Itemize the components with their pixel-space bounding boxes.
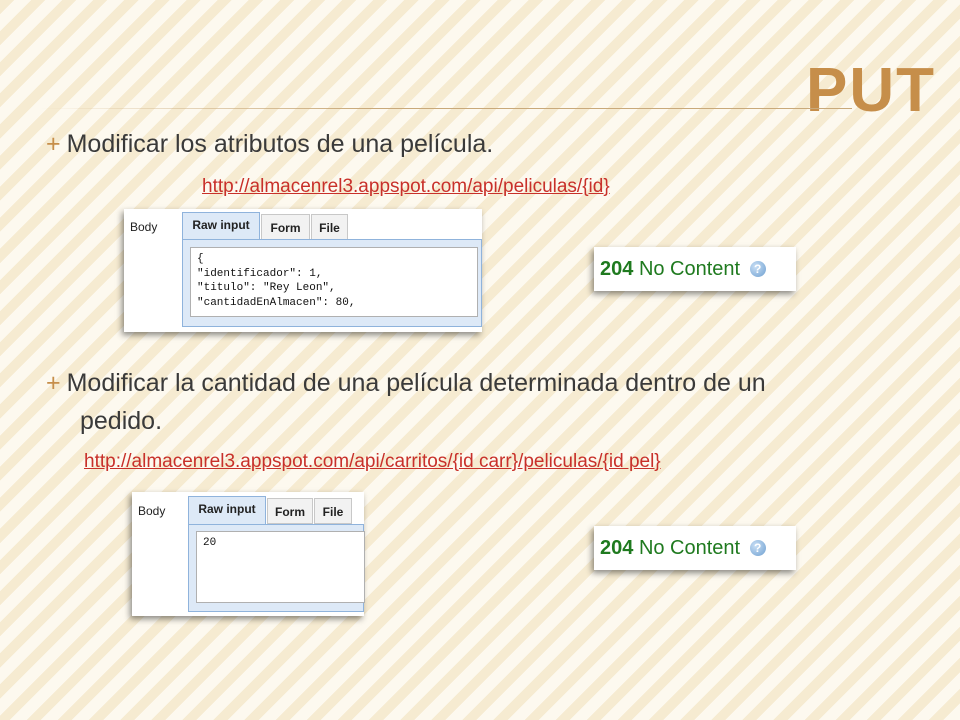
status-text: No Content: [638, 258, 741, 280]
request-body-panel-1: Body Raw input Form File { "identificado…: [124, 209, 482, 332]
status-code: 204: [600, 258, 634, 280]
bullet-2-continuation: pedido.: [80, 407, 163, 435]
status-response-2: 204 No Content ?: [594, 526, 796, 570]
editor-frame: 20: [188, 524, 365, 612]
tab-raw-input[interactable]: Raw input: [188, 496, 266, 526]
tab-raw-input[interactable]: Raw input: [182, 212, 260, 242]
slide-title: PUT: [806, 56, 936, 125]
bullet-marker: +: [46, 130, 61, 158]
link-carritos-peliculas[interactable]: http://almacenrel3.appspot.com/api/carri…: [84, 451, 661, 473]
editor-frame: { "identificador": 1, "titulo": "Rey Leo…: [182, 239, 482, 327]
bullet-2: + Modificar la cantidad de una película d…: [46, 364, 946, 440]
raw-input-textarea[interactable]: { "identificador": 1, "titulo": "Rey Leo…: [190, 247, 478, 317]
body-label: Body: [130, 220, 158, 234]
status-code: 204: [600, 537, 634, 559]
bullet-2-text: Modificar la cantidad de una película de…: [66, 369, 766, 397]
tab-file[interactable]: File: [311, 214, 348, 240]
link-peliculas-id[interactable]: http://almacenrel3.appspot.com/api/pelic…: [202, 176, 610, 198]
tab-form[interactable]: Form: [261, 214, 310, 240]
help-icon[interactable]: ?: [749, 540, 766, 556]
tab-file[interactable]: File: [314, 498, 352, 524]
bullet-marker: +: [46, 369, 61, 397]
body-label: Body: [138, 504, 166, 518]
bullet-1-text: Modificar los atributos de una película.: [66, 130, 494, 158]
status-text: No Content: [638, 537, 741, 559]
title-divider: [40, 108, 852, 109]
raw-input-textarea[interactable]: 20: [196, 531, 365, 603]
request-body-panel-2: Body Raw input Form File 20: [132, 492, 365, 616]
status-response-1: 204 No Content ?: [594, 247, 796, 291]
tab-form[interactable]: Form: [267, 498, 313, 524]
bullet-1: + Modificar los atributos de una película…: [46, 125, 493, 163]
help-icon[interactable]: ?: [749, 261, 766, 277]
